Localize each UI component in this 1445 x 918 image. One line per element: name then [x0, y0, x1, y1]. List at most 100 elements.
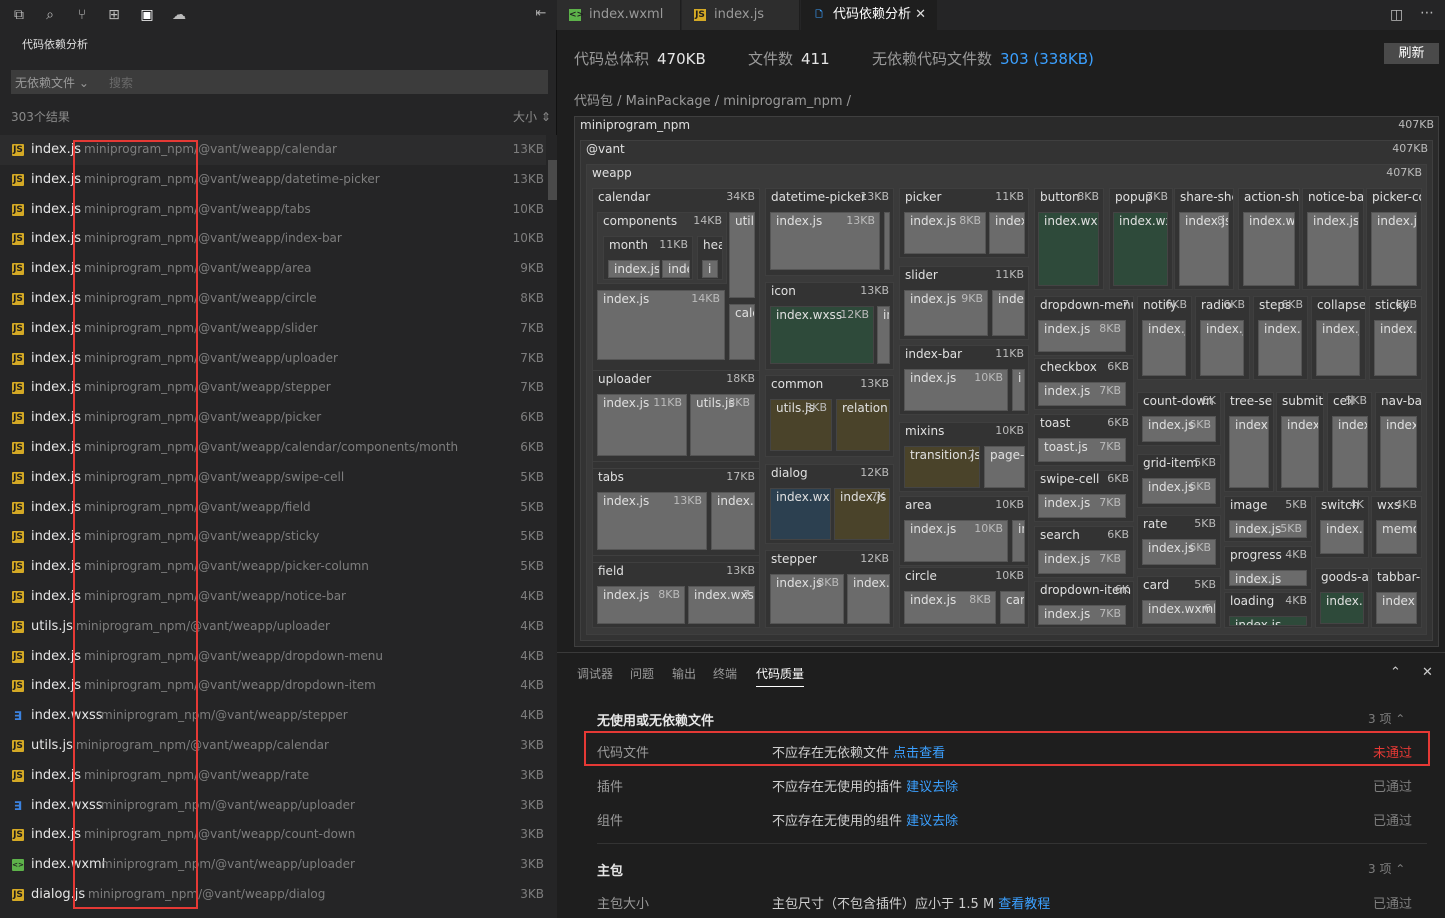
file-row[interactable]: JS index.js miniprogram_npm/@vant/weapp/ca… — [0, 433, 546, 463]
treemap-node[interactable]: index.js 7KB — [1038, 550, 1126, 574]
scrollbar[interactable] — [548, 135, 557, 918]
quality-item-link[interactable]: 点击查看 — [893, 746, 945, 761]
treemap-node[interactable]: index — [989, 212, 1025, 254]
treemap-node[interactable]: index.js — [1374, 320, 1417, 376]
treemap-node[interactable]: index.js 8 — [1179, 212, 1229, 286]
close-icon[interactable]: ✕ — [1422, 665, 1433, 680]
file-row[interactable]: JS index.js miniprogram_npm/@vant/weapp/da… — [0, 165, 546, 195]
file-row[interactable]: ∃ index.wxss miniprogram_npm/@vant/weapp/u… — [0, 791, 546, 821]
treemap-node[interactable]: index.js — [1229, 616, 1307, 626]
tab-index-js[interactable]: JS index.js — [682, 0, 800, 30]
treemap-node[interactable]: memo — [1376, 520, 1417, 554]
quality-item-link[interactable]: 建议去除 — [906, 780, 958, 795]
file-row[interactable]: JS index.js miniprogram_npm/@vant/weapp/dr… — [0, 671, 546, 701]
treemap-node[interactable]: index.js 7KB — [1038, 382, 1126, 406]
treemap-node[interactable]: index — [1332, 416, 1368, 488]
tab-code-quality[interactable]: 代码质量 — [756, 665, 805, 687]
file-row[interactable]: JS index.js miniprogram_npm/@vant/weapp/co… — [0, 820, 546, 850]
treemap-node[interactable]: index.js — [1200, 320, 1244, 376]
nodep-stat[interactable]: 无依赖代码文件数 303 (338KB) — [872, 48, 1094, 69]
file-row[interactable]: JS utils.js miniprogram_npm/@vant/weapp/ca… — [0, 731, 546, 761]
file-row[interactable]: JS index.js miniprogram_npm/@vant/weapp/ar… — [0, 254, 546, 284]
treemap-node[interactable]: utils.js 8KB — [770, 399, 832, 451]
file-row[interactable]: JS dialog.js miniprogram_npm/@vant/weapp/d… — [0, 880, 546, 910]
treemap-node[interactable]: index.js 7KB — [1038, 494, 1126, 518]
treemap-node[interactable]: index.js — [1229, 570, 1307, 586]
treemap-node[interactable]: index.js 10KB — [904, 369, 1008, 411]
refresh-button[interactable]: 刷新 — [1384, 43, 1439, 64]
treemap-node[interactable]: utils — [729, 212, 755, 298]
tab-dependency-analysis[interactable]: 🗋 代码依赖分析 ✕ — [801, 0, 937, 30]
treemap-node[interactable]: index — [1380, 416, 1417, 488]
file-row[interactable]: JS index.js miniprogram_npm/@vant/weapp/sw… — [0, 463, 546, 493]
section-count-main[interactable]: 3 项 ⌃ — [1368, 860, 1405, 877]
section-title-main[interactable]: 主包 — [597, 860, 623, 879]
treemap-node[interactable]: index.js 10KB — [904, 520, 1008, 562]
treemap-node[interactable]: index.wxss 7 — [688, 586, 755, 624]
source-control-icon[interactable]: ⑂ — [73, 6, 91, 24]
file-row[interactable]: JS index.js miniprogram_npm/@vant/weapp/sl… — [0, 314, 546, 344]
treemap-node[interactable]: cale — [729, 304, 755, 360]
cloud-icon[interactable]: ☁ — [170, 6, 188, 24]
treemap-node[interactable]: index.js 13KB — [770, 212, 880, 270]
file-row[interactable]: JS index.js miniprogram_npm/@vant/weapp/fi… — [0, 493, 546, 523]
treemap-node[interactable]: index.wxml 6 — [1142, 600, 1216, 624]
file-row[interactable]: JS index.js miniprogram_npm/@vant/weapp/st… — [0, 522, 546, 552]
treemap-node[interactable]: index.js 11KB — [597, 394, 687, 456]
treemap-node[interactable]: page-s — [984, 446, 1025, 488]
treemap-node[interactable]: index.js — [1142, 320, 1186, 376]
treemap-node[interactable]: in — [1012, 520, 1025, 562]
quality-item-link[interactable]: 查看教程 — [998, 897, 1050, 912]
treemap-node[interactable]: index.js — [1371, 212, 1417, 286]
search-input[interactable]: 搜索 — [109, 74, 133, 91]
file-row[interactable]: JS index.js miniprogram_npm/@vant/weapp/ci… — [0, 284, 546, 314]
treemap-node[interactable]: index.js 14KB — [597, 290, 725, 360]
treemap-node[interactable]: index.js 6KB — [1142, 416, 1216, 442]
treemap-node[interactable]: index.w — [1243, 212, 1295, 286]
tab-output[interactable]: 输出 — [672, 665, 696, 682]
files-icon[interactable]: ⧉ — [10, 6, 28, 24]
treemap-node[interactable]: index — [1281, 416, 1319, 488]
treemap-node[interactable]: index. — [1229, 416, 1269, 488]
file-row[interactable]: <> index.wxml miniprogram_npm/@vant/weapp/… — [0, 850, 546, 880]
treemap-node[interactable]: index.wx — [1113, 212, 1168, 286]
scrollbar-thumb[interactable] — [548, 160, 557, 200]
treemap-node[interactable]: index. — [1320, 592, 1364, 624]
more-icon[interactable]: ⋯ — [1420, 5, 1434, 21]
file-row[interactable]: JS utils.js miniprogram_npm/@vant/weapp/up… — [0, 612, 546, 642]
treemap-node[interactable]: index.js 5KB — [1229, 520, 1307, 538]
file-row[interactable]: JS index.js miniprogram_npm/@vant/weapp/ta… — [0, 195, 546, 225]
treemap-node[interactable]: index.j — [1376, 592, 1417, 624]
treemap-node[interactable]: i — [1012, 369, 1025, 411]
tab-terminal[interactable]: 终端 — [713, 665, 737, 682]
split-editor-icon[interactable]: ◫ — [1390, 7, 1403, 23]
treemap-node[interactable]: index.js 9KB — [904, 290, 988, 336]
file-row[interactable]: JS index.js miniprogram_npm/@vant/weapp/dr… — [0, 642, 546, 672]
treemap-node[interactable]: index.w — [847, 574, 890, 624]
treemap-node[interactable]: index.js 8KB — [597, 586, 685, 624]
treemap-node[interactable]: index.js 8KB — [904, 212, 986, 254]
extensions-icon[interactable]: ⊞ — [105, 6, 123, 24]
file-row[interactable]: JS index.js miniprogram_npm/@vant/weapp/in… — [0, 224, 546, 254]
treemap-node[interactable]: index.js — [608, 260, 660, 278]
file-row[interactable]: JS index.js miniprogram_npm/@vant/weapp/pi… — [0, 552, 546, 582]
treemap-node[interactable]: index.js 7KB — [1038, 605, 1126, 625]
treemap-node[interactable]: index.js 6KB — [1142, 478, 1216, 504]
file-row[interactable]: JS index.js miniprogram_npm/@vant/weapp/no… — [0, 582, 546, 612]
treemap-node[interactable]: index.w — [1258, 320, 1302, 376]
filter-dropdown[interactable]: 无依赖文件 ⌄ — [15, 74, 89, 91]
chevron-up-icon[interactable]: ⌃ — [1390, 665, 1401, 680]
treemap-node[interactable]: index.wxss 12KB — [770, 306, 874, 364]
tab-problems[interactable]: 问题 — [630, 665, 654, 682]
treemap-node[interactable]: index.w — [711, 492, 755, 550]
treemap-node[interactable]: inde — [992, 290, 1025, 336]
sort-by-size[interactable]: 大小 ⇕ — [513, 108, 551, 125]
file-row[interactable]: JS index.js miniprogram_npm/@vant/weapp/pi… — [0, 403, 546, 433]
treemap-node[interactable]: utils.js 8KB — [690, 394, 755, 456]
treemap-node[interactable]: in — [877, 306, 890, 364]
tab-debugger[interactable]: 调试器 — [577, 665, 613, 682]
treemap-node[interactable]: index.js 6KB — [1142, 539, 1216, 565]
treemap-node[interactable]: relation.js — [836, 399, 890, 451]
treemap-node[interactable]: index.js 13KB — [597, 492, 707, 550]
treemap-node[interactable]: index.js 7K — [834, 488, 890, 540]
